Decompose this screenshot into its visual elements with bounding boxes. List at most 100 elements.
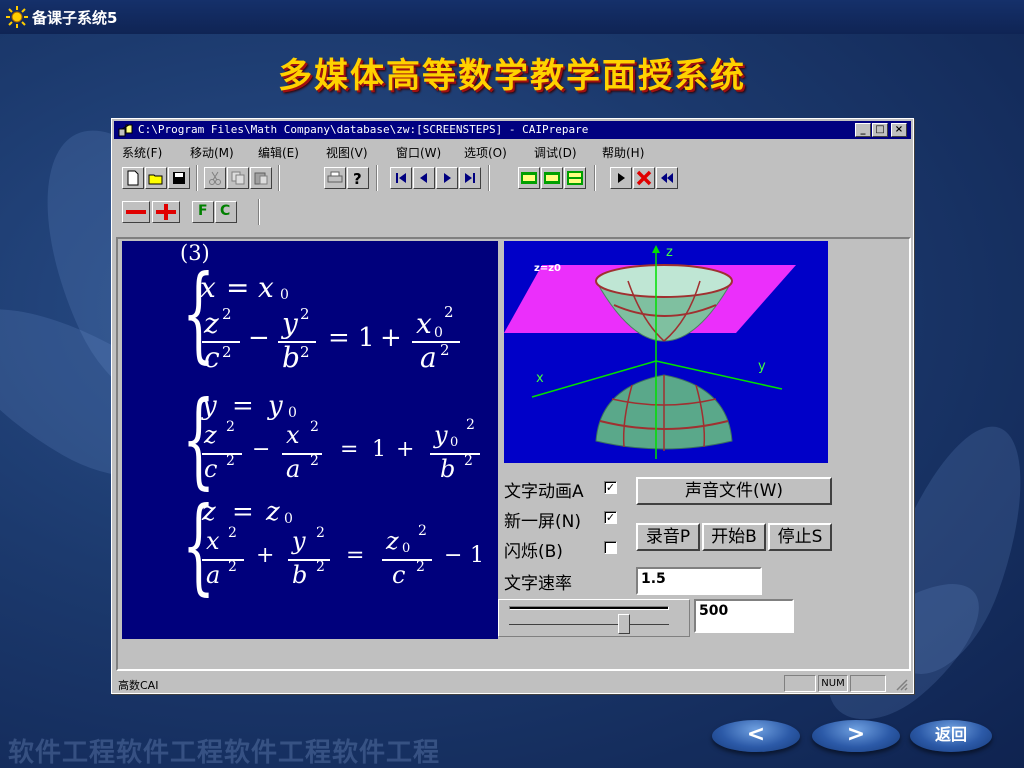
prev-slide-button[interactable]: <: [712, 720, 800, 752]
first-step-button[interactable]: [390, 167, 412, 189]
sys1-equals: =: [328, 323, 350, 353]
last-step-button[interactable]: [459, 167, 481, 189]
rate-slider[interactable]: [498, 599, 690, 637]
app-window: C:\Program Files\Math Company\database\z…: [111, 118, 914, 694]
next-slide-button[interactable]: >: [812, 720, 900, 752]
sys3-d1: a: [206, 561, 221, 589]
sys2-n3-sq: 2: [466, 417, 475, 433]
play-button[interactable]: [518, 167, 540, 189]
sys1-minus: −: [248, 323, 270, 353]
skip-first-icon: [396, 173, 406, 183]
text-animation-checkbox[interactable]: ✓: [604, 481, 617, 494]
run-button[interactable]: [610, 167, 632, 189]
sys1-eq1-equals: =: [226, 271, 250, 304]
status-pane-empty: [850, 675, 886, 692]
sys1-one: 1: [358, 323, 375, 353]
paste-button[interactable]: [250, 167, 272, 189]
minimize-button[interactable]: _: [855, 123, 871, 137]
menu-view[interactable]: 视图(V): [326, 144, 368, 161]
add-button[interactable]: [152, 201, 180, 223]
window-titlebar[interactable]: C:\Program Files\Math Company\database\z…: [114, 121, 911, 139]
sys3-d3-sq: 2: [416, 559, 425, 575]
new-file-button[interactable]: [122, 167, 144, 189]
sys1-d2: b: [282, 341, 300, 374]
sys3-equals: =: [346, 543, 365, 568]
new-screen-checkbox[interactable]: ✓: [604, 511, 617, 524]
sys3-d1-sq: 2: [228, 559, 237, 575]
flash-checkbox[interactable]: [604, 541, 617, 554]
menu-edit[interactable]: 编辑(E): [258, 144, 299, 161]
copy-icon: [231, 171, 245, 185]
menu-options[interactable]: 选项(O): [464, 144, 507, 161]
prev-step-button[interactable]: [413, 167, 435, 189]
print-button[interactable]: [324, 167, 346, 189]
slider-thumb[interactable]: [618, 614, 631, 634]
status-pane-num: NUM: [818, 675, 848, 692]
sys2-d1: c: [204, 455, 218, 483]
sys3-n3-sq: 2: [418, 523, 427, 539]
skip-last-icon: [465, 173, 475, 183]
sys2-n3-sub0: 0: [450, 435, 459, 450]
window-title: C:\Program Files\Math Company\database\z…: [138, 123, 589, 136]
sys1-d3-sq: 2: [440, 341, 450, 359]
step-back-icon: [420, 173, 427, 183]
menu-move[interactable]: 移动(M): [190, 144, 234, 161]
help-question-icon: ?: [353, 170, 362, 186]
axis-x-label: x: [536, 371, 544, 386]
sys2-plus: +: [396, 437, 415, 462]
sound-file-button[interactable]: 声音文件(W): [636, 477, 832, 505]
return-button[interactable]: 返回: [910, 720, 992, 752]
toolbar-separator: [196, 165, 198, 191]
close-button[interactable]: ×: [891, 123, 907, 137]
f-button-label: F: [198, 203, 208, 219]
sys3-plus: +: [256, 543, 275, 568]
printer-icon: [327, 171, 343, 183]
copy-button[interactable]: [227, 167, 249, 189]
save-button[interactable]: [168, 167, 190, 189]
resize-grip-icon[interactable]: [894, 677, 908, 691]
scene-play-button[interactable]: [564, 167, 586, 189]
sys3-eq1-equals: =: [232, 497, 254, 527]
cut-button[interactable]: [204, 167, 226, 189]
rewind-button[interactable]: [656, 167, 678, 189]
sys1-n3-sub0: 0: [434, 325, 443, 341]
help-button[interactable]: ?: [347, 167, 369, 189]
stop-button[interactable]: 停止S: [768, 523, 832, 551]
sys1-n1-sq: 2: [222, 305, 232, 323]
menu-help[interactable]: 帮助(H): [602, 144, 644, 161]
record-button[interactable]: 录音P: [636, 523, 700, 551]
slider-value-field[interactable]: 500: [694, 599, 794, 633]
menu-debug[interactable]: 调试(D): [534, 144, 577, 161]
exit-button[interactable]: [541, 167, 563, 189]
sys3-lhs: z: [202, 497, 216, 527]
f-button[interactable]: F: [192, 201, 214, 223]
sys2-d2: a: [286, 455, 301, 483]
sys2-n2-sq: 2: [310, 419, 319, 435]
sys2-equals: =: [340, 437, 359, 462]
slide-title: 多媒体高等数学教学面授系统: [278, 56, 746, 96]
text-rate-field[interactable]: 1.5: [636, 567, 762, 595]
cancel-run-button[interactable]: [633, 167, 655, 189]
sys2-one: 1: [372, 437, 386, 462]
c-button[interactable]: C: [215, 201, 237, 223]
sys3-d2: b: [292, 561, 308, 589]
app-label: 备课子系统5: [32, 9, 118, 27]
menu-window[interactable]: 窗口(W): [396, 144, 441, 161]
toolbar-separator: [278, 165, 280, 191]
red-x-icon: [636, 170, 652, 186]
rewind-icon: [661, 173, 673, 183]
remove-button[interactable]: [122, 201, 150, 223]
sys3-rhs: z: [266, 497, 280, 527]
run-arrow-icon: [618, 173, 625, 183]
status-text: 高数CAI: [118, 679, 159, 692]
sys2-n1: z: [204, 421, 217, 449]
main-toolbar: ?: [118, 165, 908, 191]
maximize-button[interactable]: □: [872, 123, 888, 137]
menu-system[interactable]: 系统(F): [122, 144, 162, 161]
next-step-button[interactable]: [436, 167, 458, 189]
new-screen-label: 新一屏(N): [504, 512, 581, 532]
start-button[interactable]: 开始B: [702, 523, 766, 551]
sys3-n1: x: [206, 527, 220, 555]
hyperboloid-plot: z x y z=z0: [504, 241, 828, 463]
open-file-button[interactable]: [145, 167, 167, 189]
